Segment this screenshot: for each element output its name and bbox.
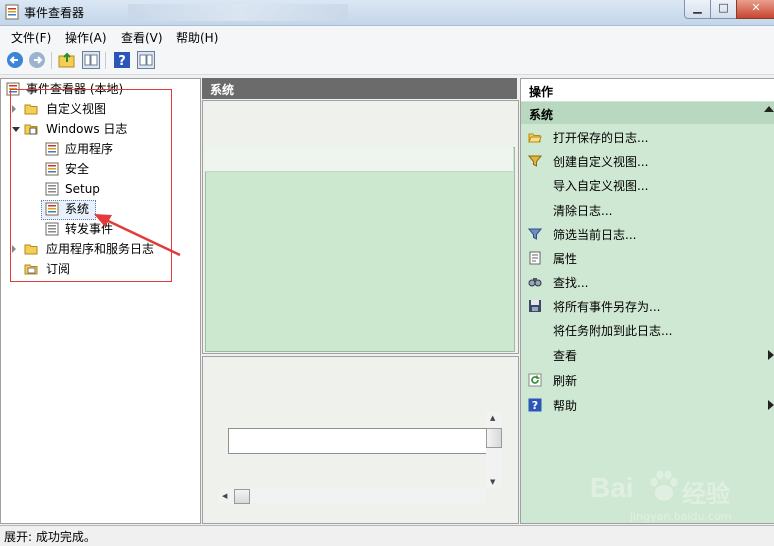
action-find[interactable]: 查找... — [521, 271, 774, 293]
action-clear-log[interactable]: 清除日志... — [521, 199, 774, 221]
action-label: 查找... — [553, 276, 589, 290]
baidu-jingyan-watermark: Bai 经验 jingyan.baidu.com — [590, 470, 770, 530]
log-pane-header: 系统 — [202, 78, 517, 99]
action-label: 创建自定义视图... — [553, 155, 649, 169]
show-hide-tree-icon[interactable] — [82, 51, 100, 69]
action-open-saved-log[interactable]: 打开保存的日志... — [521, 126, 774, 148]
toolbar-separator — [105, 52, 106, 69]
event-list-header — [205, 147, 513, 172]
svg-text:?: ? — [118, 54, 126, 69]
action-label: 导入自定义视图... — [553, 179, 649, 193]
action-label: 将所有事件另存为... — [553, 300, 661, 314]
forward-arrow-icon[interactable] — [28, 51, 46, 69]
actions-section-header[interactable]: 系统 — [521, 102, 774, 124]
help-icon: ? — [528, 398, 542, 412]
action-refresh[interactable]: 刷新 — [521, 369, 774, 391]
title-bar — [0, 0, 774, 26]
properties-icon — [529, 251, 541, 265]
menu-action[interactable]: 操作(A) — [65, 29, 107, 46]
watermark-url: jingyan.baidu.com — [630, 510, 732, 523]
vertical-scroll-thumb[interactable] — [486, 428, 502, 448]
action-label: 筛选当前日志... — [553, 228, 637, 242]
watermark-brand: Bai — [590, 472, 634, 503]
blurred-title-area — [128, 4, 348, 21]
action-label: 刷新 — [553, 374, 578, 388]
menu-view[interactable]: 查看(V) — [121, 29, 163, 46]
up-folder-icon[interactable] — [58, 51, 76, 69]
action-help[interactable]: ? 帮助 — [521, 394, 774, 416]
toolbar-separator — [51, 52, 52, 69]
menu-help[interactable]: 帮助(H) — [176, 29, 218, 46]
action-import-custom-view[interactable]: 导入自定义视图... — [521, 174, 774, 196]
action-save-all-events-as[interactable]: 将所有事件另存为... — [521, 295, 774, 317]
menu-file[interactable]: 文件(F) — [11, 29, 51, 46]
status-bar — [0, 525, 774, 546]
folder-open-icon — [528, 133, 542, 143]
help-icon[interactable]: ? — [113, 51, 131, 69]
menu-bar — [0, 26, 774, 47]
vertical-scrollbar[interactable] — [486, 412, 501, 488]
show-hide-action-pane-icon[interactable] — [137, 51, 155, 69]
paw-icon — [650, 470, 678, 501]
collapse-section-icon[interactable] — [764, 106, 774, 112]
actions-pane-header: 操作 — [521, 79, 774, 101]
submenu-arrow-icon — [768, 350, 774, 360]
back-arrow-icon[interactable] — [6, 51, 24, 69]
status-text: 展开: 成功完成。 — [4, 530, 96, 544]
event-list-area[interactable] — [205, 147, 515, 352]
filter-icon — [528, 228, 542, 240]
event-details-field[interactable] — [228, 428, 488, 454]
action-label: 打开保存的日志... — [553, 131, 649, 145]
horizontal-scrollbar[interactable] — [218, 489, 486, 503]
action-create-custom-view[interactable]: 创建自定义视图... — [521, 150, 774, 172]
minimize-button[interactable]: ▁ — [684, 0, 711, 19]
scroll-down-arrow-icon[interactable]: ▼ — [490, 478, 495, 486]
maximize-button[interactable]: □ — [710, 0, 737, 19]
refresh-icon — [528, 373, 542, 387]
action-filter-current-log[interactable]: 筛选当前日志... — [521, 223, 774, 245]
watermark-brand-cn: 经验 — [682, 480, 730, 508]
action-label: 清除日志... — [553, 204, 613, 218]
action-label: 属性 — [553, 252, 578, 266]
scroll-up-arrow-icon[interactable]: ▲ — [490, 414, 495, 422]
window-title: 事件查看器 — [24, 6, 85, 20]
submenu-arrow-icon — [768, 400, 774, 410]
action-label: 帮助 — [553, 399, 578, 413]
actions-pane-title: 操作 — [529, 85, 554, 99]
close-button[interactable]: ✕ — [736, 0, 774, 19]
action-attach-task[interactable]: 将任务附加到此日志... — [521, 319, 774, 341]
scroll-left-arrow-icon[interactable]: ◀ — [222, 492, 227, 500]
action-properties[interactable]: 属性 — [521, 247, 774, 269]
save-icon — [529, 300, 541, 312]
annotation-arrow-icon — [94, 214, 181, 257]
event-viewer-app-icon — [5, 4, 19, 20]
action-label: 查看 — [553, 349, 578, 363]
log-pane-title: 系统 — [210, 83, 235, 97]
actions-section-title: 系统 — [529, 108, 554, 122]
svg-text:?: ? — [532, 399, 538, 412]
horizontal-scroll-thumb[interactable] — [234, 489, 250, 504]
action-view[interactable]: 查看 — [521, 344, 774, 366]
filter-icon — [528, 155, 542, 167]
action-label: 将任务附加到此日志... — [553, 324, 673, 338]
find-icon — [528, 278, 542, 287]
